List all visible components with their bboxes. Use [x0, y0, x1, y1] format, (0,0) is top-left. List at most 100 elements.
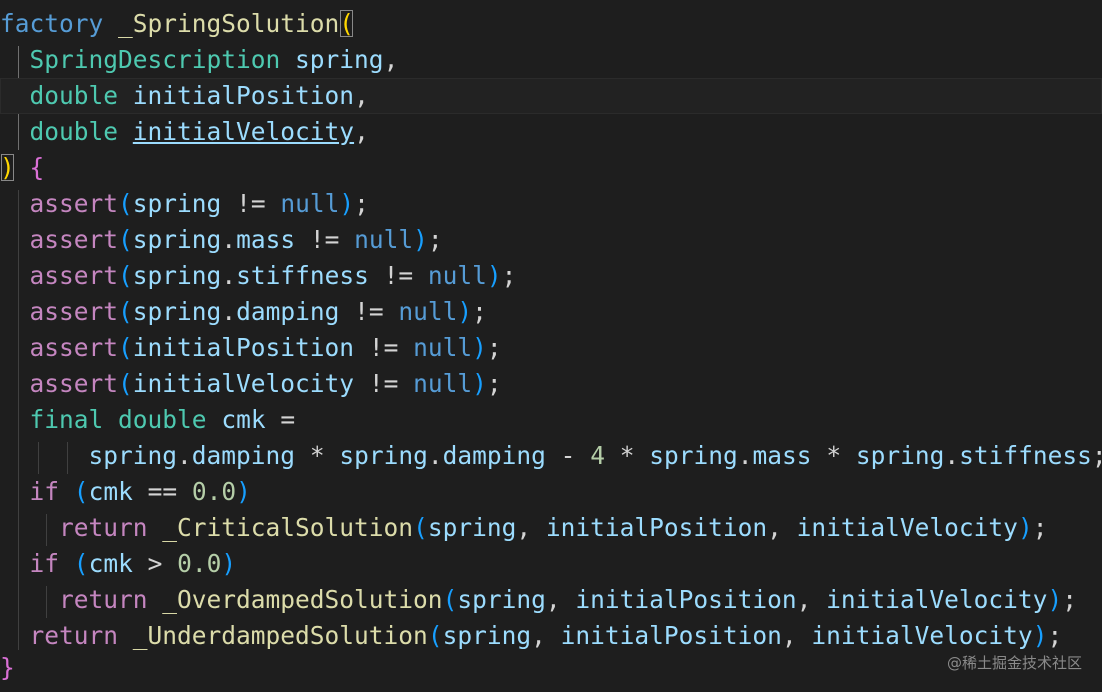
token-null: null	[398, 297, 458, 326]
token-punctuation: ,	[545, 585, 561, 614]
token-operator: *	[309, 441, 325, 470]
token-null: null	[280, 189, 340, 218]
token-operator: !=	[309, 225, 340, 254]
token-bracket: )	[1032, 621, 1048, 650]
token-keyword: assert	[29, 333, 119, 362]
token-keyword: assert	[29, 225, 119, 254]
code-line-2[interactable]: SpringDescription spring,	[0, 42, 1102, 78]
token-variable: initialPosition	[575, 585, 797, 614]
code-line-7[interactable]: assert(spring.mass != null);	[0, 222, 1102, 258]
token-punctuation: ;	[1062, 585, 1077, 614]
code-line-8[interactable]: assert(spring.stiffness != null);	[0, 258, 1102, 294]
token-variable: spring	[88, 441, 178, 470]
token-bracket: )	[486, 261, 502, 290]
token-variable: spring	[132, 189, 222, 218]
token-punctuation: .	[427, 441, 443, 470]
token-bracket: (	[118, 261, 133, 290]
token-bracket: (	[118, 225, 133, 254]
code-line-18[interactable]: return _UnderdampedSolution(spring, init…	[0, 618, 1102, 654]
token-punctuation: ;	[472, 297, 487, 326]
token-bracket: (	[427, 621, 443, 650]
code-line-17[interactable]: return _OverdampedSolution(spring, initi…	[0, 582, 1102, 618]
token-type: double	[29, 81, 119, 110]
token-variable: initialVelocity	[826, 585, 1048, 614]
token-variable-underlined[interactable]: initialVelocity	[133, 117, 354, 146]
token-keyword: assert	[29, 297, 119, 326]
token-punctuation: ;	[1092, 441, 1102, 470]
token-punctuation: .	[221, 261, 237, 290]
token-variable: initialPosition	[560, 621, 782, 650]
token-property: damping	[442, 441, 546, 470]
scrolled-off-line-fragment	[180, 0, 290, 2]
code-line-16[interactable]: if (cmk > 0.0)	[0, 546, 1102, 582]
token-bracket: )	[457, 297, 473, 326]
token-property: stiffness	[236, 261, 369, 290]
code-line-19[interactable]: }	[0, 650, 1102, 686]
token-bracket: (	[73, 477, 89, 506]
token-bracket: (	[118, 333, 133, 362]
token-variable: spring	[427, 513, 517, 542]
token-operator: !=	[236, 189, 266, 218]
token-variable: cmk	[88, 477, 133, 506]
token-punctuation: .	[177, 441, 192, 470]
token-bracket: )	[472, 333, 487, 362]
token-punctuation: .	[221, 297, 237, 326]
token-punctuation: ,	[516, 513, 532, 542]
token-punctuation: ,	[796, 585, 812, 614]
token-bracket: (	[118, 297, 133, 326]
code-line-13[interactable]: spring.damping * spring.damping - 4 * sp…	[0, 438, 1102, 474]
token-punctuation: .	[737, 441, 753, 470]
token-variable: initialVelocity	[132, 369, 355, 398]
token-variable: spring	[132, 225, 222, 254]
token-keyword: return	[59, 585, 148, 614]
token-property: stiffness	[959, 441, 1092, 470]
token-punctuation: ;	[354, 189, 369, 218]
code-line-14[interactable]: if (cmk == 0.0)	[0, 474, 1102, 510]
token-null: null	[354, 225, 414, 254]
token-function: _SpringSolution	[118, 9, 340, 38]
token-keyword: factory	[0, 9, 104, 38]
token-operator: !=	[368, 369, 399, 398]
token-property: mass	[752, 441, 812, 470]
code-line-6[interactable]: assert(spring != null);	[0, 186, 1102, 222]
token-bracket: )	[339, 189, 355, 218]
token-punctuation: ;	[1032, 513, 1048, 542]
token-property: damping	[236, 297, 340, 326]
token-variable: initialVelocity	[796, 513, 1018, 542]
token-keyword: if	[29, 477, 60, 506]
token-number: 0.0	[177, 549, 222, 578]
code-line-10[interactable]: assert(initialPosition != null);	[0, 330, 1102, 366]
token-operator: =	[280, 405, 296, 434]
token-bracket: (	[413, 513, 428, 542]
token-variable: cmk	[88, 549, 133, 578]
token-punctuation: .	[944, 441, 960, 470]
token-function: _OverdampedSolution	[162, 585, 443, 614]
code-line-9[interactable]: assert(spring.damping != null);	[0, 294, 1102, 330]
token-brace: }	[0, 653, 15, 682]
token-variable: spring	[339, 441, 428, 470]
token-operator: !=	[383, 261, 414, 290]
code-line-3[interactable]: double initialPosition,	[0, 78, 1102, 114]
token-function: _CriticalSolution	[162, 513, 414, 542]
token-operator: >	[147, 549, 163, 578]
token-punctuation: ,	[531, 621, 546, 650]
token-operator: *	[826, 441, 842, 470]
token-operator: *	[619, 441, 635, 470]
code-line-1[interactable]: factory _SpringSolution(	[0, 6, 1102, 42]
token-bracket: )	[1017, 513, 1033, 542]
token-property: mass	[236, 225, 296, 254]
code-line-12[interactable]: final double cmk =	[0, 402, 1102, 438]
code-line-5[interactable]: ) {	[0, 150, 1102, 186]
code-editor[interactable]: factory _SpringSolution( SpringDescripti…	[0, 0, 1102, 692]
token-keyword: assert	[29, 189, 119, 218]
code-line-15[interactable]: return _CriticalSolution(spring, initial…	[0, 510, 1102, 546]
token-bracket: )	[221, 549, 237, 578]
token-punctuation: ,	[767, 513, 782, 542]
code-line-11[interactable]: assert(initialVelocity != null);	[0, 366, 1102, 402]
token-variable: spring	[855, 441, 945, 470]
token-operator: ==	[147, 477, 178, 506]
code-line-4[interactable]: double initialVelocity,	[0, 114, 1102, 150]
watermark: @稀土掘金技术社区	[946, 654, 1082, 672]
token-type: double	[118, 405, 207, 434]
token-bracket: )	[472, 369, 487, 398]
